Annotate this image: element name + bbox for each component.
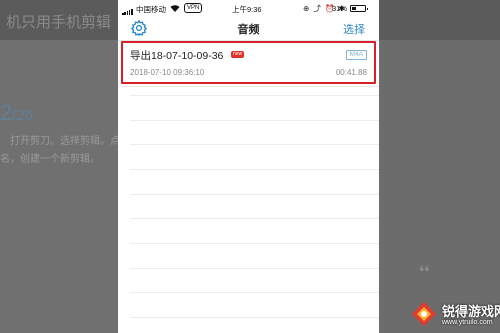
page-title: 音频 (237, 24, 260, 36)
battery-percent: 31% (332, 4, 348, 13)
background-step-total: /26 (12, 107, 34, 124)
status-bar: 中国移动 VPN 上午9:36 ⊕ ⤴ ⏰ ✱ 31% (118, 0, 379, 18)
background-step-number: 2/26 (0, 100, 33, 126)
status-time: 上午9:36 (232, 5, 262, 14)
select-button[interactable]: 选择 (343, 21, 365, 37)
background-step-current: 2 (0, 100, 13, 125)
background-page-left: 机只用手机剪辑 2/26 打开剪刀。选择剪辑。点 名，创建一个新剪辑。 (0, 0, 120, 333)
nav-bar: 音频 选择 (118, 18, 379, 41)
watermark-logo-icon (412, 302, 436, 326)
background-page-right: ❛❛ (379, 0, 500, 333)
recording-name: 导出18-07-10-09-36 (130, 50, 224, 62)
recording-duration: 00:41.88 (335, 68, 367, 77)
background-text-line-1: 打开剪刀。选择剪辑。点 (10, 136, 120, 147)
watermark-name: 锐得游戏网 (442, 304, 500, 319)
battery-icon (350, 5, 368, 12)
carrier-label: 中国移动 (136, 5, 166, 14)
new-badge: new (231, 51, 245, 58)
background-topbar: 机只用手机剪辑 (0, 0, 118, 40)
watermark-url: www.ytruilo.com (442, 319, 493, 326)
list-divider (130, 292, 379, 293)
list-divider (130, 95, 379, 96)
list-divider (130, 243, 379, 244)
background-quote-mark: ❛❛ (419, 264, 430, 281)
list-divider (130, 120, 379, 121)
phone-screen: 中国移动 VPN 上午9:36 ⊕ ⤴ ⏰ ✱ 31% 音频 选择 导出18-0… (118, 0, 379, 333)
list-divider (130, 268, 379, 269)
list-divider (130, 194, 379, 195)
list-divider (130, 144, 379, 145)
signal-icon (122, 6, 133, 15)
list-item[interactable]: 导出18-07-10-09-36 new M4A 2018-07-10 09:3… (118, 40, 379, 87)
recording-date: 2018-07-10 09:36:10 (130, 68, 205, 77)
battery-fill (352, 7, 356, 10)
background-topbar-right (379, 0, 500, 40)
wifi-icon (170, 4, 180, 14)
background-title: 机只用手机剪辑 (6, 14, 112, 31)
vpn-badge: VPN (184, 3, 203, 13)
watermark: 锐得游戏网 www.ytruilo.com (410, 298, 500, 333)
format-badge: M4A (345, 50, 367, 60)
list-divider (130, 218, 379, 219)
background-text-line-2: 名，创建一个新剪辑。 (0, 154, 100, 165)
list-divider (130, 317, 379, 318)
list-divider (130, 169, 379, 170)
